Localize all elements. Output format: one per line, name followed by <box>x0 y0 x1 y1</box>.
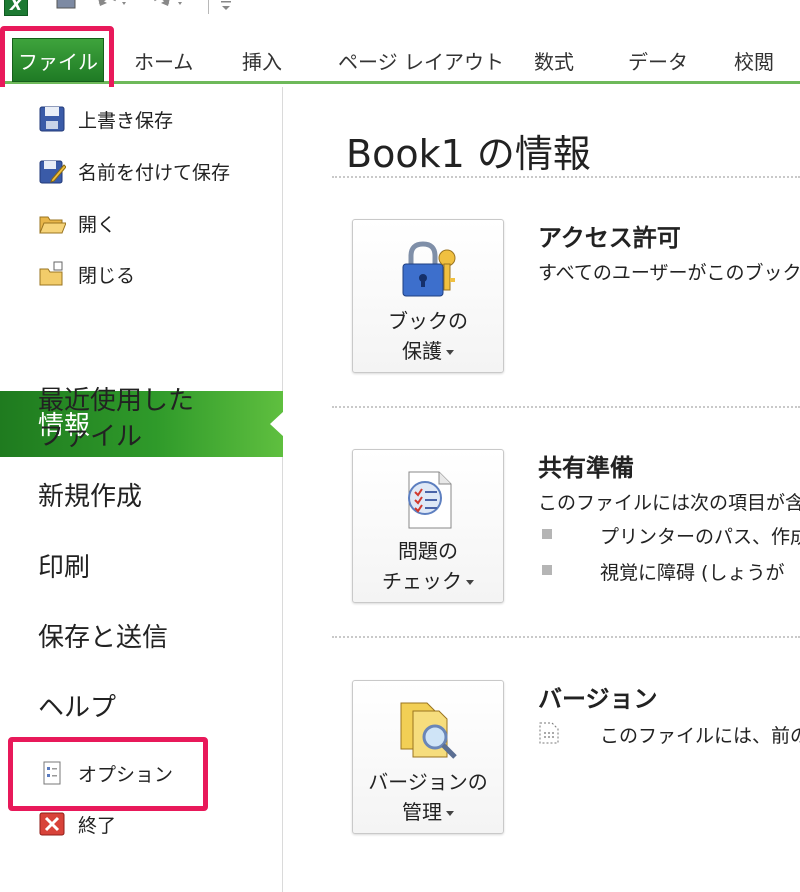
save-as-icon <box>39 160 66 184</box>
tab-page-layout[interactable]: ページ レイアウト <box>338 46 504 75</box>
manage-versions-button[interactable]: バージョンの 管理 <box>352 680 504 834</box>
check-issues-label-2-row: チェック <box>353 566 503 596</box>
quick-access-toolbar: X <box>0 0 800 22</box>
customize-toolbar-icon[interactable] <box>218 0 234 12</box>
protect-workbook-label-1: ブックの <box>388 309 468 333</box>
dropdown-caret-icon <box>466 580 474 585</box>
check-issues-label-2: チェック <box>382 569 462 593</box>
tab-insert[interactable]: 挿入 <box>242 46 282 75</box>
manage-versions-label-1: バージョンの <box>368 770 488 794</box>
save-as-label: 名前を付けて保存 <box>78 161 231 184</box>
open-folder-icon <box>39 216 66 234</box>
bullet-icon <box>542 565 552 575</box>
close-folder-icon <box>39 261 63 286</box>
excel-logo-icon: X <box>4 0 28 16</box>
close-label: 閉じる <box>78 264 136 287</box>
tab-data[interactable]: データ <box>628 46 688 75</box>
exit-command[interactable]: 終了 <box>38 809 116 839</box>
lock-key-icon <box>402 241 456 297</box>
backstage-nav: 上書き保存 名前を付けて保存 開く 閉じる 情報 最近使用した ファイル 新規作… <box>0 87 284 892</box>
options-icon <box>43 761 61 785</box>
options-command[interactable]: オプション <box>38 758 173 788</box>
protect-workbook-label-2: 保護 <box>402 339 442 363</box>
bullet-text: 視覚に障碍 (しょうが <box>600 562 785 584</box>
tab-formulas[interactable]: 数式 <box>534 46 574 75</box>
manage-versions-label-2: 管理 <box>402 800 442 824</box>
save-label: 上書き保存 <box>78 109 174 132</box>
bullet-icon <box>542 529 552 539</box>
exit-icon <box>39 812 65 836</box>
manage-versions-label-2-row: 管理 <box>353 797 503 827</box>
nav-item-help[interactable]: ヘルプ <box>38 690 116 726</box>
section-heading-prepare-sharing: 共有準備 <box>538 454 634 482</box>
nav-item-new[interactable]: 新規作成 <box>38 479 142 515</box>
file-tab[interactable]: ファイル <box>12 38 104 82</box>
section-heading-versions: バージョン <box>538 685 658 713</box>
page-title: Book1 の情報 <box>346 132 591 176</box>
redo-icon[interactable] <box>152 0 186 14</box>
save-icon[interactable] <box>56 0 76 14</box>
save-icon <box>39 106 65 132</box>
ribbon-tab-bar: ファイル ホーム 挿入 ページ レイアウト 数式 データ 校閲 <box>0 22 800 84</box>
section-heading-permissions: アクセス許可 <box>538 224 681 252</box>
divider <box>332 176 800 178</box>
checklist-icon <box>408 471 452 529</box>
section-desc-permissions: すべてのユーザーがこのブック <box>538 262 800 284</box>
save-as-command[interactable]: 名前を付けて保存 <box>38 156 230 186</box>
divider <box>332 636 800 638</box>
dropdown-caret-icon <box>446 350 454 355</box>
active-indicator <box>270 411 284 437</box>
tab-home[interactable]: ホーム <box>134 46 193 75</box>
options-label: オプション <box>78 763 174 786</box>
section-desc-versions: このファイルには、前の <box>600 725 800 747</box>
undo-icon[interactable] <box>96 0 130 14</box>
open-label: 開く <box>78 213 117 236</box>
open-command[interactable]: 開く <box>38 208 116 238</box>
nav-item-save-send[interactable]: 保存と送信 <box>38 620 168 656</box>
protect-workbook-button[interactable]: ブックの 保護 <box>352 219 504 373</box>
close-command[interactable]: 閉じる <box>38 259 135 289</box>
dropdown-caret-icon <box>446 811 454 816</box>
tab-review[interactable]: 校閲 <box>734 46 774 75</box>
exit-label: 終了 <box>78 814 117 837</box>
nav-item-recent[interactable]: 最近使用した ファイル <box>38 383 194 455</box>
section-desc-prepare-sharing: このファイルには次の項目が含 <box>538 492 800 514</box>
divider <box>332 406 800 408</box>
toolbar-separator <box>208 0 209 14</box>
protect-workbook-label-2-row: 保護 <box>353 336 503 366</box>
info-panel: Book1 の情報 ブックの 保護 アクセス許可 すべてのユーザーがこのブック <box>284 87 800 892</box>
check-issues-label-1: 問題の <box>398 539 458 563</box>
document-dotted-icon <box>539 722 559 744</box>
save-command[interactable]: 上書き保存 <box>38 104 173 134</box>
versions-icon <box>400 702 457 759</box>
nav-item-print[interactable]: 印刷 <box>38 550 90 586</box>
bullet-text: プリンターのパス、作成 <box>600 526 800 548</box>
check-issues-button[interactable]: 問題の チェック <box>352 449 504 603</box>
